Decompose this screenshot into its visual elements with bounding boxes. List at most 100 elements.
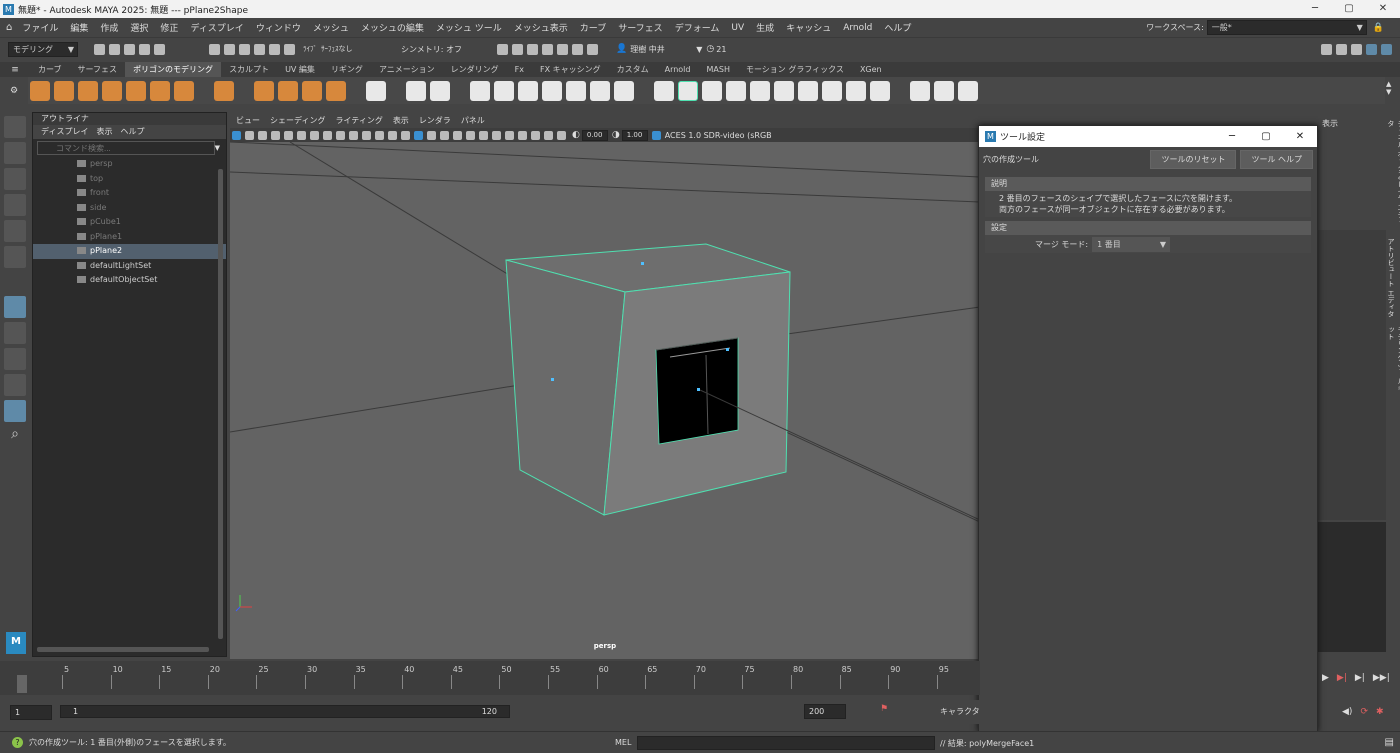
select-hierarchy-icon[interactable] <box>209 43 220 55</box>
move-tool-icon[interactable] <box>4 194 26 216</box>
separate-icon[interactable] <box>494 80 514 101</box>
gamma-field[interactable]: 1.00 <box>621 129 648 141</box>
isolate-select-icon[interactable] <box>518 130 527 140</box>
lasso-tool-icon[interactable] <box>4 142 26 164</box>
color-management-icon[interactable] <box>651 130 661 140</box>
menu-item[interactable]: メッシュ表示 <box>508 21 574 34</box>
ambient-occlusion-icon[interactable] <box>479 130 488 140</box>
safe-action-icon[interactable] <box>375 130 384 140</box>
render-view-icon[interactable] <box>557 43 568 55</box>
show-label[interactable]: 表示 <box>1322 118 1338 129</box>
shelf-scroll-icon[interactable]: ▲ ▼ <box>1386 80 1391 96</box>
outliner-scrollbar[interactable] <box>218 169 223 639</box>
xray-components-icon[interactable] <box>557 130 566 140</box>
exposure-field[interactable]: 0.00 <box>581 129 608 141</box>
loop-icon[interactable]: ⟳ <box>1360 707 1368 717</box>
outliner-layout-icon[interactable] <box>4 400 26 422</box>
poly-cube-icon[interactable] <box>54 80 74 101</box>
menu-item[interactable]: 修正 <box>154 21 184 34</box>
menu-item[interactable]: カーブ <box>574 21 612 34</box>
outliner-item[interactable]: pPlane1 <box>33 230 226 245</box>
menu-item[interactable]: キャッシュ <box>780 21 837 34</box>
xray-icon[interactable] <box>531 130 540 140</box>
shelf-tab[interactable]: Fx <box>507 62 532 77</box>
play-forward-icon[interactable]: ▶ <box>1322 673 1329 683</box>
viewport-menu-item[interactable]: パネル <box>461 115 485 126</box>
hypershade-icon[interactable] <box>542 43 553 55</box>
menu-item[interactable]: 生成 <box>750 21 780 34</box>
multi-cut-icon[interactable] <box>798 80 818 101</box>
snap-curve-icon[interactable] <box>269 43 280 55</box>
viewport-menu-item[interactable]: 表示 <box>393 115 409 126</box>
snap-point-icon[interactable] <box>284 43 295 55</box>
menu-item[interactable]: Arnold <box>837 23 878 33</box>
smooth-shade-icon[interactable] <box>414 130 423 140</box>
center-pivot-icon[interactable] <box>406 80 426 101</box>
shelf-options-icon[interactable]: ⚙ <box>10 86 18 96</box>
grease-pencil-icon[interactable] <box>297 130 306 140</box>
outliner-search-input[interactable] <box>37 141 215 155</box>
fill-hole-icon[interactable] <box>726 80 746 101</box>
shelf-tab[interactable]: UV 編集 <box>277 62 323 77</box>
poly-cone-icon[interactable] <box>102 80 122 101</box>
chevron-down-icon[interactable]: ▼ <box>696 45 702 54</box>
shelf-menu-icon[interactable]: ≡ <box>0 65 30 75</box>
live-surface-field[interactable]: ｻｰﾌｪｽなし <box>321 44 381 54</box>
remesh-icon[interactable] <box>614 80 634 101</box>
maya-home-icon[interactable]: M <box>6 632 26 654</box>
home-icon[interactable]: ⌂ <box>6 22 12 33</box>
shelf-tab[interactable]: リギング <box>323 62 371 77</box>
vtab-channel-box[interactable]: チャネル ボックス/レイヤ エディタ <box>1386 120 1400 230</box>
poly-superellipse-icon[interactable] <box>278 80 298 101</box>
poly-torus-icon[interactable] <box>126 80 146 101</box>
face-center-marker[interactable] <box>697 388 700 391</box>
new-scene-icon[interactable] <box>94 43 105 55</box>
outliner-tab[interactable]: アウトライナ <box>33 113 226 125</box>
face-center-marker[interactable] <box>641 262 644 265</box>
ipr-render-icon[interactable] <box>512 43 523 55</box>
four-view-layout-icon[interactable] <box>4 348 26 370</box>
minimize-button[interactable]: ─ <box>1298 0 1332 18</box>
rotate-tool-icon[interactable] <box>4 220 26 242</box>
boolean-icon[interactable] <box>518 80 538 101</box>
maximize-button[interactable]: ▢ <box>1332 0 1366 18</box>
mode-dropdown[interactable]: モデリング ▼ <box>8 41 78 57</box>
append-polygon-icon[interactable] <box>774 80 794 101</box>
user-name[interactable]: 理樹 中井 <box>630 44 690 55</box>
search-icon[interactable]: ⌕ <box>4 426 26 448</box>
extrude-icon[interactable] <box>654 80 674 101</box>
shelf-tab[interactable]: サーフェス <box>70 62 126 77</box>
channel-box-icon[interactable] <box>1366 43 1377 55</box>
tool-settings-icon[interactable] <box>1351 43 1362 55</box>
character-set-label[interactable]: キャラクタ <box>940 706 980 717</box>
resolution-gate-icon[interactable] <box>336 130 345 140</box>
face-center-marker[interactable] <box>551 378 554 381</box>
step-forward-icon[interactable]: ▶| <box>1355 673 1365 683</box>
command-line-input[interactable] <box>637 735 935 750</box>
outliner-toggle-icon[interactable] <box>1381 43 1392 55</box>
outliner-item[interactable]: persp <box>33 157 226 172</box>
textured-icon[interactable] <box>440 130 449 140</box>
insert-edge-loop-icon[interactable] <box>934 80 954 101</box>
description-section-header[interactable]: 説明 <box>985 177 1311 191</box>
mirror-icon[interactable] <box>542 80 562 101</box>
menu-item[interactable]: 編集 <box>64 21 94 34</box>
outliner-item[interactable]: defaultLightSet <box>33 259 226 274</box>
bevel-icon[interactable] <box>702 80 722 101</box>
viewport-panel[interactable]: ビュー シェーディング ライティング 表示 レンダラ パネル ◐ 0.00 ◑ 1.00 <box>230 112 980 659</box>
shelf-tab[interactable]: レンダリング <box>443 62 507 77</box>
shelf-tab[interactable]: モーション グラフィックス <box>738 62 852 77</box>
bookmark-icon[interactable] <box>258 130 267 140</box>
render-settings-icon[interactable] <box>527 43 538 55</box>
outliner-menu-show[interactable]: 表示 <box>96 125 112 139</box>
menu-item[interactable]: 作成 <box>94 21 124 34</box>
tool-settings-titlebar[interactable]: M ツール設定 ─ ▢ ✕ <box>979 126 1317 147</box>
shelf-tab[interactable]: XGen <box>852 62 890 77</box>
outliner-item[interactable]: front <box>33 186 226 201</box>
svg-icon[interactable] <box>326 80 346 101</box>
sweep-mesh-icon[interactable] <box>254 80 274 101</box>
shelf-tab[interactable]: Arnold <box>657 62 699 77</box>
menu-item[interactable]: メッシュ <box>307 21 355 34</box>
menu-item[interactable]: デフォーム <box>669 21 726 34</box>
menu-item[interactable]: ウィンドウ <box>250 21 307 34</box>
